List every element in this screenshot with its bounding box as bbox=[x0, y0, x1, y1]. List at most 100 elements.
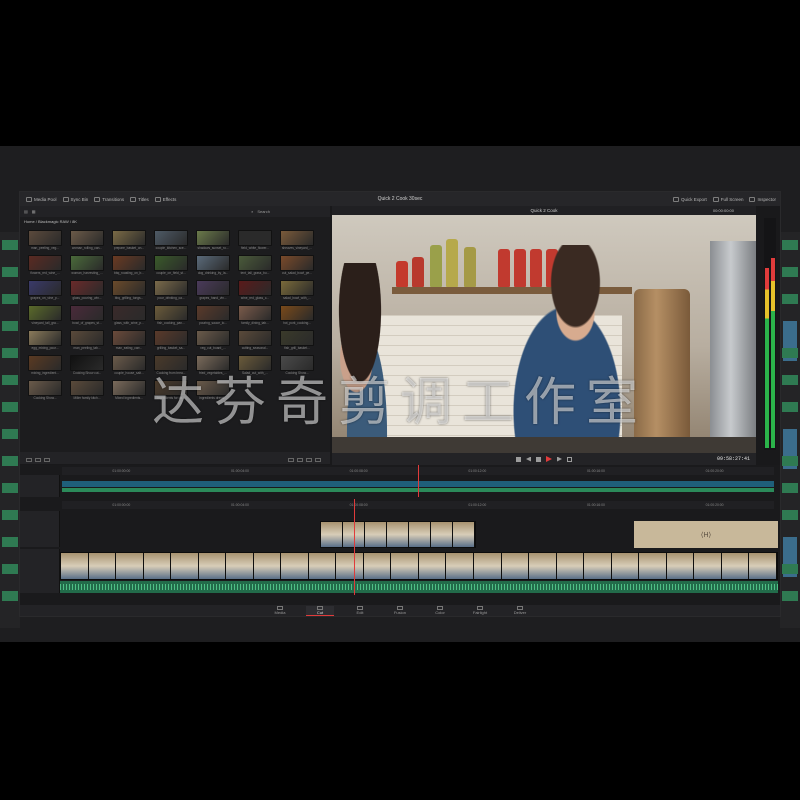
toolbar-item[interactable]: Quick Export bbox=[672, 196, 707, 202]
media-clip[interactable]: Miller family kitch... bbox=[68, 380, 106, 402]
media-clip[interactable]: field_white_flower... bbox=[236, 230, 274, 252]
page-tab-media[interactable]: Media bbox=[266, 606, 294, 615]
search-icon[interactable]: ⌕ bbox=[251, 209, 253, 214]
media-clip[interactable]: fish_grill_basket... bbox=[278, 330, 316, 352]
media-clip[interactable]: woman_harvesting_... bbox=[68, 255, 106, 277]
media-clip[interactable]: prepare_basket_on... bbox=[110, 230, 148, 252]
page-tab-cut[interactable]: Cut bbox=[306, 605, 334, 616]
viewer-header: Quick 2 Cook 00:00:00:00 bbox=[332, 206, 756, 215]
media-clip[interactable]: man_eating_carr... bbox=[110, 330, 148, 352]
toolbar-item[interactable]: Full Screen bbox=[712, 196, 743, 202]
page-tab-fusion[interactable]: Fusion bbox=[386, 606, 414, 615]
toolbar-item[interactable]: Effects bbox=[154, 196, 176, 202]
media-clip[interactable]: man_peeling_tab... bbox=[68, 330, 106, 352]
page-tab-fairlight[interactable]: Fairlight bbox=[466, 606, 494, 615]
media-clip[interactable]: mixing_ingredient... bbox=[26, 355, 64, 377]
media-clip[interactable]: pour_drinking_ca... bbox=[152, 280, 190, 302]
viewer-frame[interactable] bbox=[332, 215, 756, 453]
clip-name: prepare_basket_on... bbox=[113, 246, 145, 250]
media-clip[interactable]: couple_house_salt... bbox=[110, 355, 148, 377]
toolbar-item[interactable]: Media Pool bbox=[26, 196, 57, 202]
media-clip[interactable]: grapes_hand_vin... bbox=[194, 280, 232, 302]
timeline[interactable]: 01:00:00:00 01:00:04:00 01:00:08:00 01:00:1… bbox=[20, 465, 780, 605]
next-frame-icon[interactable] bbox=[557, 456, 562, 462]
media-clip[interactable]: fish_cooking_pan... bbox=[152, 305, 190, 327]
media-clip[interactable]: veg_cut_board_... bbox=[194, 330, 232, 352]
media-clip[interactable]: wine_red_glass_c... bbox=[236, 280, 274, 302]
media-clip[interactable]: vineyard_tall_gra... bbox=[26, 305, 64, 327]
media-clip[interactable]: dog_drinking_by_la... bbox=[194, 255, 232, 277]
media-clip[interactable]: grilling_basket_sa... bbox=[152, 330, 190, 352]
lower-playhead[interactable] bbox=[354, 499, 355, 595]
media-clip[interactable]: Mixed Ingredients... bbox=[110, 380, 148, 402]
v1-clip[interactable] bbox=[60, 552, 778, 580]
audio-clip[interactable] bbox=[60, 581, 778, 593]
media-clip[interactable]: flowers_red_wine_... bbox=[26, 255, 64, 277]
play-icon[interactable] bbox=[546, 456, 552, 462]
media-clip[interactable]: salad_bowl_with_... bbox=[278, 280, 316, 302]
clip-name: Salad_cut_with_... bbox=[241, 371, 269, 375]
media-clip[interactable]: Cooking Show cut... bbox=[68, 355, 106, 377]
media-clip[interactable]: Cooking Show... bbox=[278, 355, 316, 377]
viewer-title[interactable]: Quick 2 Cook bbox=[530, 208, 557, 213]
media-clip[interactable]: hot_pork_cooking... bbox=[278, 305, 316, 327]
media-clip[interactable]: Ingredients for ca... bbox=[152, 380, 190, 402]
media-clip[interactable]: woman_rolling_can... bbox=[68, 230, 106, 252]
media-clip[interactable]: family_dining_tab... bbox=[236, 305, 274, 327]
lower-timeline-ruler[interactable]: 01:00:00:00 01:00:04:00 01:00:08:00 01:00:1… bbox=[62, 501, 774, 509]
bin-icon[interactable] bbox=[35, 458, 41, 462]
grid-view-icon[interactable]: ▦ bbox=[32, 209, 36, 214]
media-clip[interactable]: glass_with_wine_p... bbox=[110, 305, 148, 327]
v2-clip[interactable] bbox=[320, 521, 476, 548]
media-clip[interactable]: grapes_on_vine_p... bbox=[26, 280, 64, 302]
clip-name: Cooking from brea... bbox=[156, 371, 186, 375]
overwrite-icon[interactable] bbox=[306, 458, 312, 462]
media-clip[interactable]: bowl_of_grapes_st... bbox=[68, 305, 106, 327]
clip-name: Ingredients for ca... bbox=[157, 396, 185, 400]
media-clip[interactable]: egg_mixing_pour... bbox=[26, 330, 64, 352]
page-tab-color[interactable]: Color bbox=[426, 606, 454, 615]
reverse-icon[interactable] bbox=[526, 457, 531, 462]
media-clip[interactable]: bbq_roasting_on_b... bbox=[110, 255, 148, 277]
media-clip[interactable]: tent_tall_grass_bu... bbox=[236, 255, 274, 277]
title-clip[interactable]: ⟨H⟩ bbox=[634, 521, 778, 548]
media-clip[interactable]: glass_pouring_win... bbox=[68, 280, 106, 302]
page-tab-deliver[interactable]: Deliver bbox=[506, 606, 534, 615]
bin-path[interactable]: Home / Blackmagic RAW / 8K bbox=[20, 217, 330, 226]
media-clip[interactable]: Cooking Show... bbox=[26, 380, 64, 402]
media-clip[interactable]: cutting_seasonal... bbox=[236, 330, 274, 352]
go-to-start-icon[interactable] bbox=[516, 456, 521, 462]
media-clip[interactable]: sheaves_vineyard_... bbox=[278, 230, 316, 252]
media-clip[interactable]: couple_kitchen_sce... bbox=[152, 230, 190, 252]
toolbar-item[interactable]: Inspector bbox=[749, 196, 776, 202]
stop-icon[interactable] bbox=[536, 456, 541, 462]
media-clip[interactable]: Ingredients dressi... bbox=[194, 380, 232, 402]
media-clip[interactable]: bbq_grilling_tongs... bbox=[110, 280, 148, 302]
loop-icon[interactable] bbox=[567, 456, 572, 462]
clip-thumbnail bbox=[280, 280, 314, 296]
media-clip[interactable]: Salad_cut_with_... bbox=[236, 355, 274, 377]
page-tab-edit[interactable]: Edit bbox=[346, 606, 374, 615]
media-clip[interactable]: shadows_sunset_ro... bbox=[194, 230, 232, 252]
media-clip[interactable]: man_peeling_veg... bbox=[26, 230, 64, 252]
replace-icon[interactable] bbox=[315, 458, 321, 462]
insert-icon[interactable] bbox=[297, 458, 303, 462]
media-clip[interactable]: pouring_sauce_lo... bbox=[194, 305, 232, 327]
page-tab-label: Deliver bbox=[513, 610, 527, 615]
media-clip[interactable]: Cooking from brea... bbox=[152, 355, 190, 377]
toolbar-item[interactable]: Titles bbox=[130, 196, 149, 202]
import-icon[interactable] bbox=[26, 458, 32, 462]
media-clip[interactable]: cut_salad_bowl_pe... bbox=[278, 255, 316, 277]
clip-name: grapes_hand_vin... bbox=[199, 296, 227, 300]
upper-playhead[interactable] bbox=[418, 465, 419, 497]
sort-icon[interactable] bbox=[44, 458, 50, 462]
side-track bbox=[2, 348, 18, 358]
search-label[interactable]: Search bbox=[257, 209, 270, 214]
append-icon[interactable] bbox=[288, 458, 294, 462]
media-clip[interactable]: fried_vegetables_... bbox=[194, 355, 232, 377]
toolbar-item[interactable]: Sync Bin bbox=[62, 196, 88, 202]
media-clip[interactable]: couple_on_field_st... bbox=[152, 255, 190, 277]
side-track bbox=[2, 537, 18, 547]
list-view-icon[interactable]: ▤ bbox=[24, 209, 28, 214]
toolbar-item[interactable]: Transitions bbox=[94, 196, 124, 202]
